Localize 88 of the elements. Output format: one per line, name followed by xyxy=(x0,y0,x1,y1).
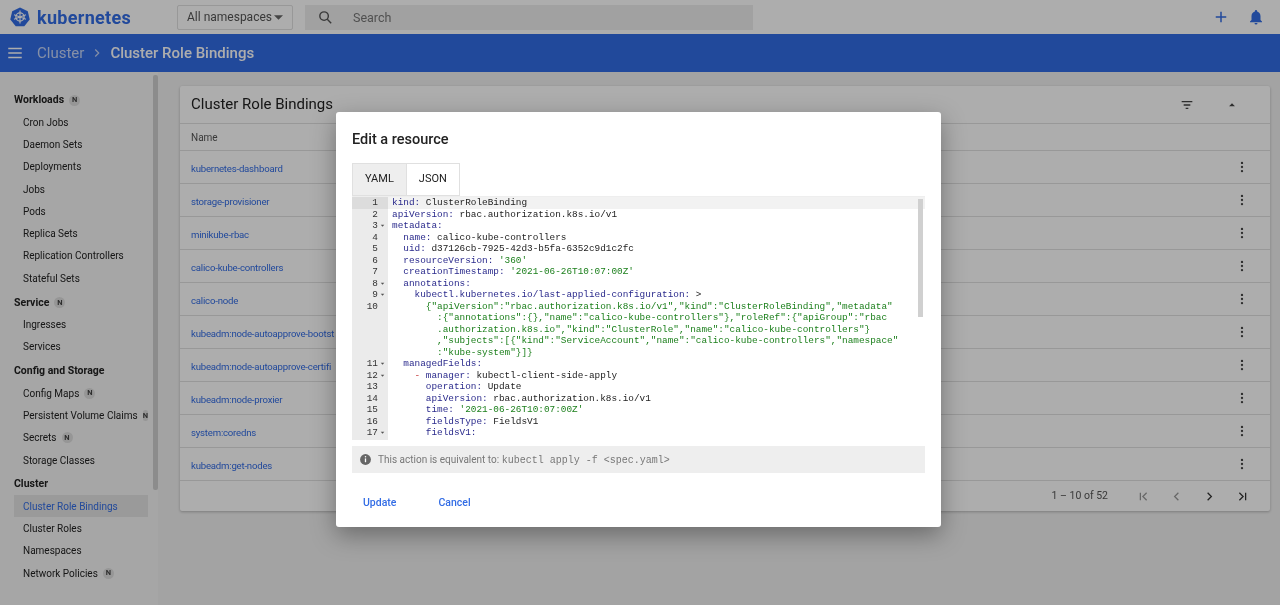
fold-toggle-icon[interactable] xyxy=(379,222,386,230)
code-line: fieldsType: FieldsV1 xyxy=(424,415,540,427)
resource-link[interactable]: calico-node xyxy=(191,295,239,306)
line-number: 5 xyxy=(372,243,378,255)
brand-name[interactable]: kubernetes xyxy=(37,3,131,31)
format-tab[interactable]: JSON xyxy=(406,163,460,196)
resource-link[interactable]: system:coredns xyxy=(191,427,256,438)
code-line: metadata: xyxy=(391,220,444,232)
sidebar-item[interactable]: Stateful Sets xyxy=(14,267,148,290)
sidebar-item[interactable]: Replica Sets xyxy=(14,222,148,245)
line-number: 17 xyxy=(366,427,378,439)
sidebar-item[interactable]: Services xyxy=(14,335,148,358)
code-line: :"kube-system"}]} xyxy=(436,346,534,358)
sidebar-item[interactable]: Ingresses xyxy=(14,313,148,336)
code-line: apiVersion: rbac.authorization.k8s.io/v1 xyxy=(424,392,652,404)
line-number: 4 xyxy=(372,231,378,243)
sidebar-item[interactable]: Cluster Roles xyxy=(14,517,148,540)
dialog-title: Edit a resource xyxy=(352,130,450,149)
code-line: ,"subjects":[{"kind":"ServiceAccount","name":"calico-kube-controllers","namespace" xyxy=(436,335,900,347)
sidebar-item[interactable]: Storage Classes xyxy=(14,448,148,472)
format-tab[interactable]: YAML xyxy=(352,163,407,196)
code-line: apiVersion: rbac.authorization.k8s.io/v1 xyxy=(391,208,619,220)
line-number: 3 xyxy=(372,220,378,232)
resource-link[interactable]: kubeadm:node-autoapprove-bootst xyxy=(191,328,335,339)
scrollbar[interactable] xyxy=(918,199,923,317)
sidebar-section-title[interactable]: Workloads xyxy=(14,92,65,108)
search-field[interactable]: Search xyxy=(305,4,753,30)
line-number: 9 xyxy=(372,289,378,301)
sidebar-item[interactable]: Replication Controllers xyxy=(14,244,148,268)
kubernetes-logo[interactable] xyxy=(9,6,31,28)
resource-link[interactable]: storage-provisioner xyxy=(191,196,270,207)
resource-link[interactable]: calico-kube-controllers xyxy=(191,262,284,273)
line-number: 14 xyxy=(366,392,378,404)
resource-link[interactable]: kubeadm:node-autoapprove-certifi xyxy=(191,361,332,372)
info-text: This action is equivalent to: kubectl apply -f <spec.yaml> xyxy=(378,452,670,468)
resource-link[interactable]: minikube-rbac xyxy=(191,229,249,240)
code-line: fieldsV1: xyxy=(424,427,478,439)
sidebar-item[interactable]: Cron Jobs xyxy=(14,111,148,134)
code-line: resourceVersion: '360' xyxy=(402,254,529,266)
line-number: 1 xyxy=(372,197,378,209)
resource-link[interactable]: kubeadm:get-nodes xyxy=(191,460,273,471)
sidebar-item[interactable]: Daemon Sets xyxy=(14,133,148,156)
dialog-button[interactable]: Update xyxy=(348,493,412,513)
code-line: .authorization.k8s.io","kind":"ClusterRole","name":"calico-kube-controllers"} xyxy=(436,323,872,335)
line-number: 7 xyxy=(372,266,378,278)
code-line: - manager: kubectl-client-side-apply xyxy=(413,369,619,381)
line-number: 13 xyxy=(366,381,378,393)
line-number: 12 xyxy=(366,369,378,381)
line-number: 2 xyxy=(372,208,378,220)
code-line: time: '2021-06-26T10:07:00Z' xyxy=(424,404,585,416)
page-title: Cluster Role Bindings xyxy=(110,42,255,64)
dialog-button[interactable]: Cancel xyxy=(423,493,486,513)
fold-toggle-icon[interactable] xyxy=(379,429,386,437)
code-line: kubectl.kubernetes.io/last-applied-configuration: > xyxy=(413,289,703,301)
code-line: :{"annotations":{},"name":"calico-kube-controllers"},"roleRef":{"apiGroup":"rbac xyxy=(436,312,889,324)
resource-link[interactable]: kubeadm:node-proxier xyxy=(191,394,283,405)
card-title: Cluster Role Bindings xyxy=(191,94,335,116)
column-header[interactable]: Name xyxy=(191,129,218,145)
line-number: 11 xyxy=(366,358,378,370)
notification-bell-icon[interactable] xyxy=(1247,8,1265,26)
code-line: uid: d37126cb-7925-42d3-b5fa-6352c9d1c2fc xyxy=(402,243,635,255)
sidebar-item[interactable]: Jobs xyxy=(14,177,148,201)
line-number: 10 xyxy=(366,300,378,312)
namespace-select[interactable]: All namespaces xyxy=(177,4,293,30)
code-line: name: calico-kube-controllers xyxy=(402,231,568,243)
code-line: creationTimestamp: '2021-06-26T10:07:00Z' xyxy=(402,266,635,278)
line-number: 6 xyxy=(372,254,378,266)
code-line: operation: Update xyxy=(424,381,523,393)
pagination-range: 1 – 10 of 52 xyxy=(1051,488,1108,504)
sidebar-item[interactable]: Pods xyxy=(14,200,148,223)
sidebar-section-title[interactable]: Service xyxy=(14,294,50,311)
sidebar-section-title[interactable]: Cluster xyxy=(14,476,48,493)
code-line: {"apiVersion":"rbac.authorization.k8s.io/v1","kind":"ClusterRoleBinding","metadata" xyxy=(424,300,894,312)
info-icon xyxy=(359,453,372,466)
fold-toggle-icon[interactable] xyxy=(379,360,386,368)
code-line: annotations: xyxy=(402,277,472,289)
sidebar-item[interactable]: Namespaces xyxy=(14,539,148,563)
scrollbar[interactable] xyxy=(153,75,158,490)
line-number: 15 xyxy=(366,404,378,416)
code-line: managedFields: xyxy=(402,358,483,370)
line-number: 16 xyxy=(366,415,378,427)
dropdown-caret-icon xyxy=(274,14,283,20)
fold-toggle-icon[interactable] xyxy=(379,291,386,299)
search-icon xyxy=(317,8,334,26)
sidebar-section-title[interactable]: Config and Storage xyxy=(14,363,105,379)
line-number: 8 xyxy=(372,277,378,289)
resource-link[interactable]: kubernetes-dashboard xyxy=(191,163,283,174)
sidebar-item[interactable]: Deployments xyxy=(14,155,148,178)
